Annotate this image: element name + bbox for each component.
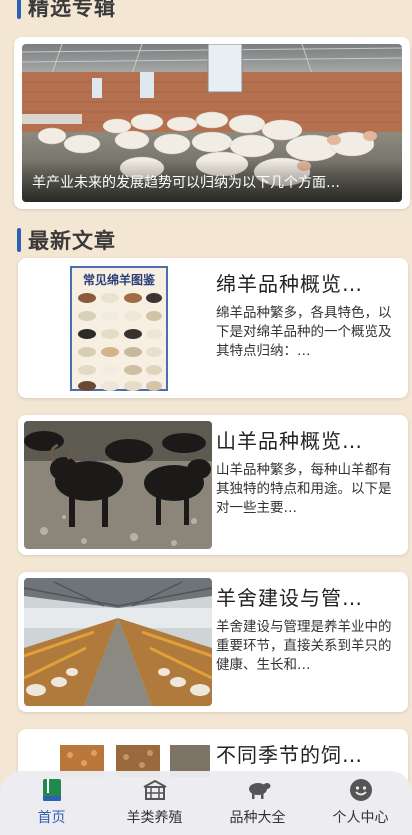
article-summary: 羊舍建设与管理是养羊业中的重要环节，直接关系到羊只的健康、生长和… (216, 619, 392, 673)
article-card[interactable]: 羊舍建设与管… 羊舍建设与管理是养羊业中的重要环节，直接关系到羊只的健康、生长和… (18, 572, 408, 712)
tab-breeds[interactable]: 品种大全 (206, 771, 309, 835)
home-book-icon (39, 778, 65, 802)
tab-profile[interactable]: 个人中心 (309, 771, 412, 835)
article-title: 绵羊品种概览… (216, 272, 363, 296)
sheep-icon (245, 778, 271, 802)
section-marker (17, 228, 21, 252)
article-thumbnail (24, 578, 212, 706)
tab-label: 个人中心 (332, 810, 389, 826)
tab-home[interactable]: 首页 (0, 771, 103, 835)
tab-label: 羊类养殖 (126, 810, 183, 826)
tab-breeding[interactable]: 羊类养殖 (103, 771, 206, 835)
featured-section-title: 精选专辑 (17, 0, 116, 22)
article-thumbnail (24, 421, 212, 549)
thumb-title: 常见绵羊图鉴 (82, 273, 155, 287)
bottom-tab-bar: 首页 羊类养殖 品种大全 个人中心 (0, 771, 412, 835)
article-title: 不同季节的饲… (216, 743, 363, 767)
article-summary: 山羊品种繁多，每种山羊都有其独特的特点和用途。以下是对一些主要… (216, 462, 392, 516)
tab-label: 品种大全 (229, 810, 286, 826)
latest-section-title: 最新文章 (17, 225, 116, 255)
featured-section-label: 精选专辑 (28, 0, 116, 20)
article-card[interactable]: 山羊品种概览… 山羊品种繁多，每种山羊都有其独特的特点和用途。以下是对一些主要… (18, 415, 408, 555)
section-marker (17, 0, 21, 19)
latest-section-label: 最新文章 (28, 229, 116, 253)
tab-label: 首页 (37, 810, 66, 826)
smiley-user-icon (348, 778, 374, 802)
article-thumbnail: 常见绵羊图鉴 (24, 264, 212, 392)
featured-caption: 羊产业未来的发展趋势可以归纳为以下几个方面… (22, 160, 402, 202)
barn-icon (142, 778, 168, 802)
featured-card[interactable]: 羊产业未来的发展趋势可以归纳为以下几个方面… (14, 37, 410, 209)
article-summary: 绵羊品种繁多，各具特色，以下是对绵羊品种的一个概览及其特点归纳：… (216, 305, 392, 359)
featured-image: 羊产业未来的发展趋势可以归纳为以下几个方面… (22, 44, 402, 202)
article-card[interactable]: 常见绵羊图鉴 绵羊品种概览… 绵羊品种繁多，各具特色，以下是对绵羊品种的一个概览… (18, 258, 408, 398)
article-title: 山羊品种概览… (216, 429, 363, 453)
article-title: 羊舍建设与管… (216, 586, 363, 610)
